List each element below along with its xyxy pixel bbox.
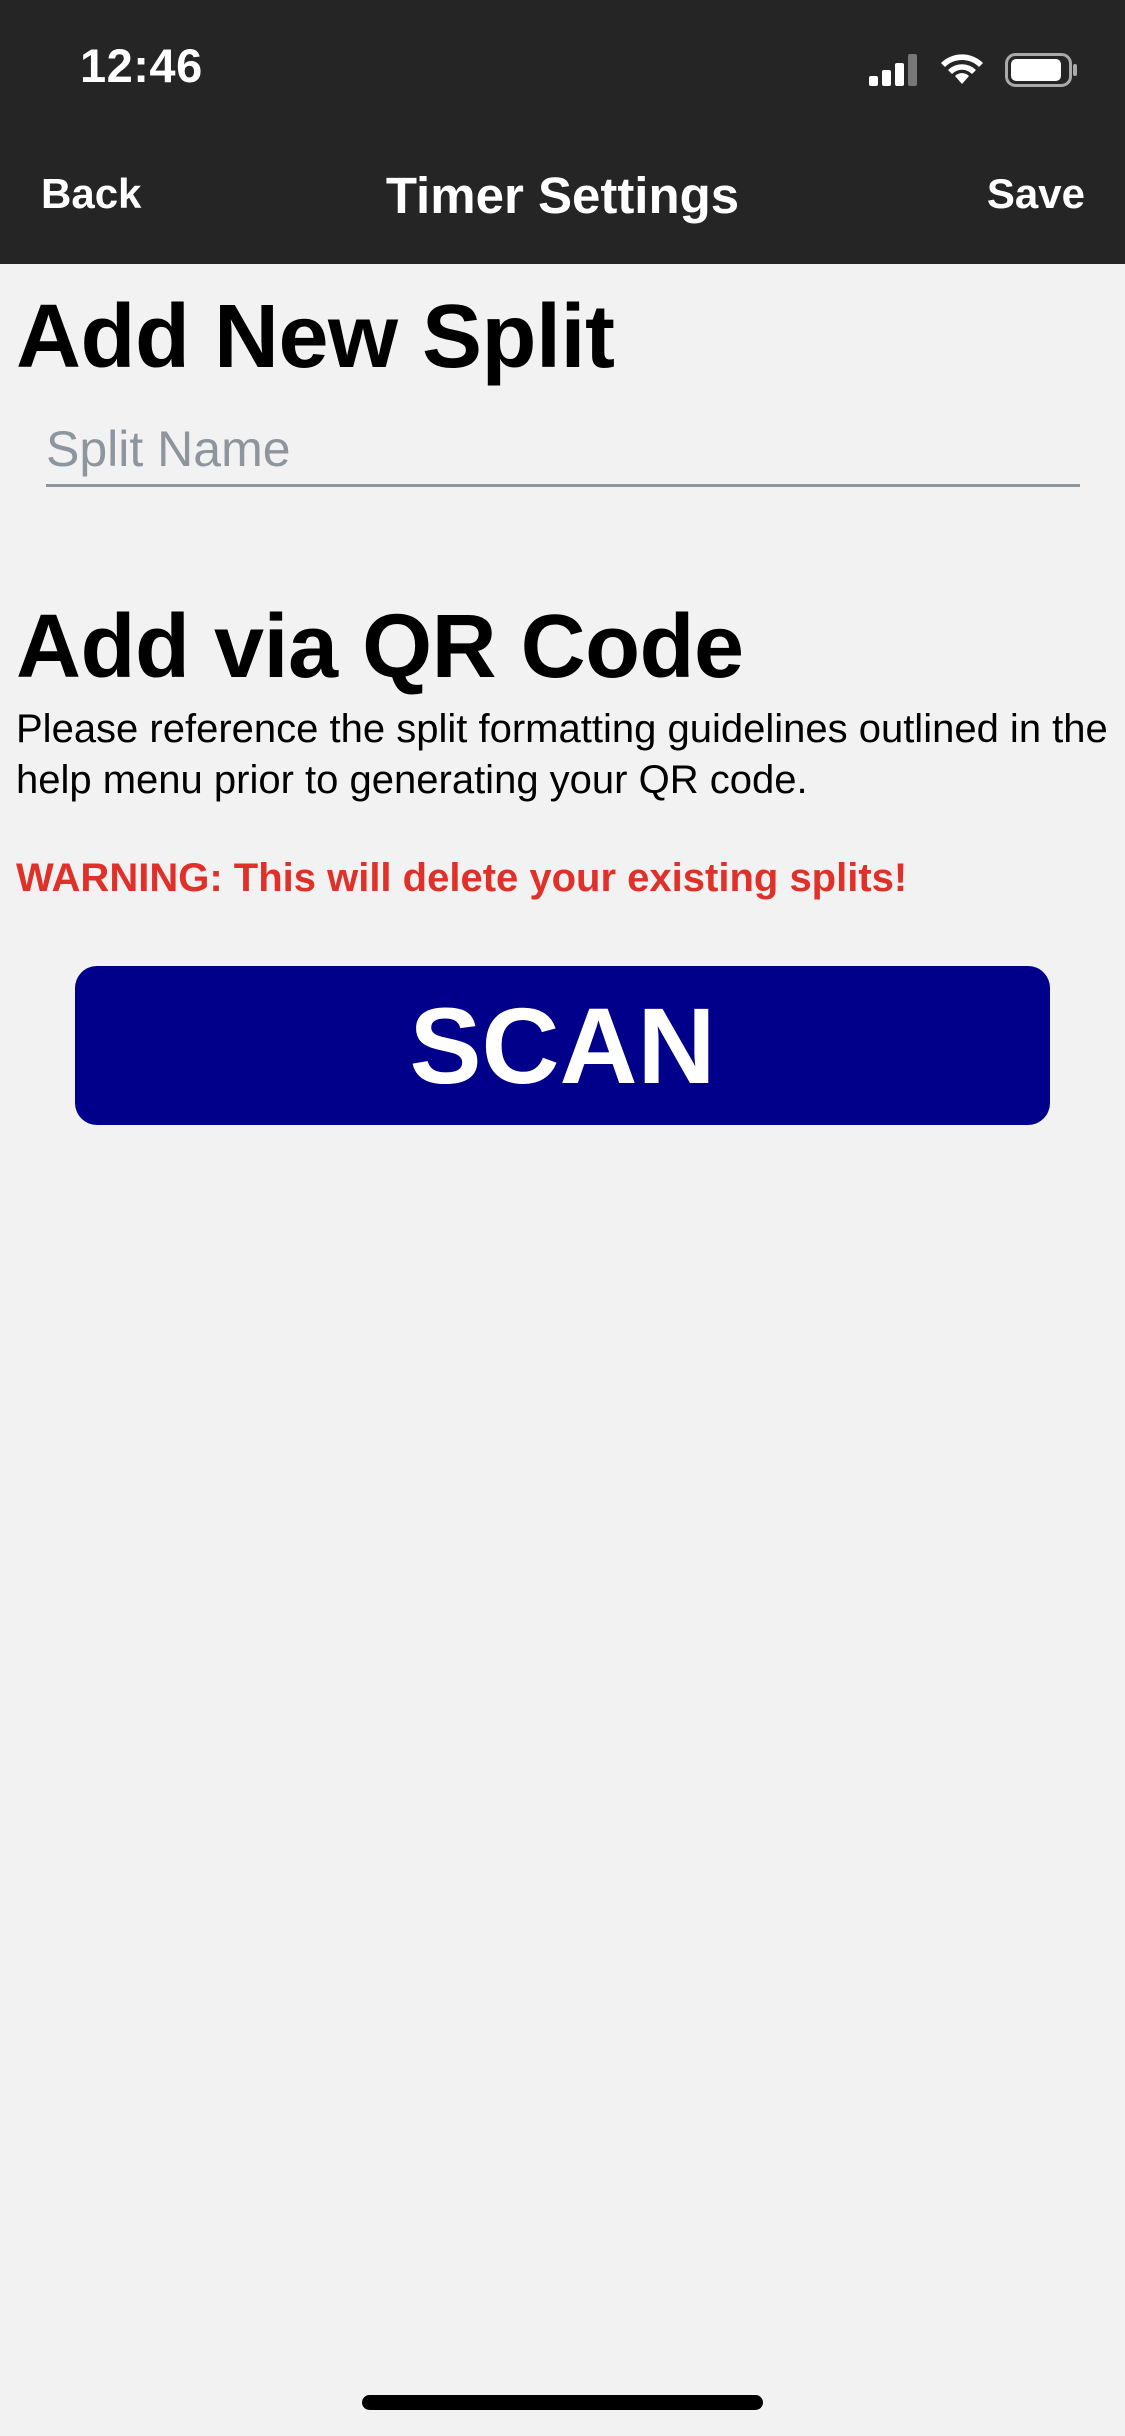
status-icons bbox=[869, 50, 1079, 90]
top-bar: 12:46 Back Timer Settings Save bbox=[0, 0, 1125, 264]
home-indicator[interactable] bbox=[362, 2395, 763, 2410]
status-time: 12:46 bbox=[80, 39, 203, 92]
save-button[interactable]: Save bbox=[987, 170, 1085, 218]
warning-text: WARNING: This will delete your existing … bbox=[16, 856, 908, 900]
battery-icon bbox=[1005, 53, 1077, 87]
page-title: Timer Settings bbox=[385, 167, 740, 224]
add-via-qr-heading: Add via QR Code bbox=[16, 597, 744, 697]
help-text: Please reference the split formatting gu… bbox=[16, 707, 1108, 802]
split-name-input[interactable] bbox=[46, 414, 1080, 487]
scan-button[interactable]: SCAN bbox=[75, 966, 1050, 1125]
wifi-icon bbox=[941, 54, 983, 84]
add-new-split-heading: Add New Split bbox=[16, 287, 615, 387]
signal-icon bbox=[869, 54, 917, 86]
